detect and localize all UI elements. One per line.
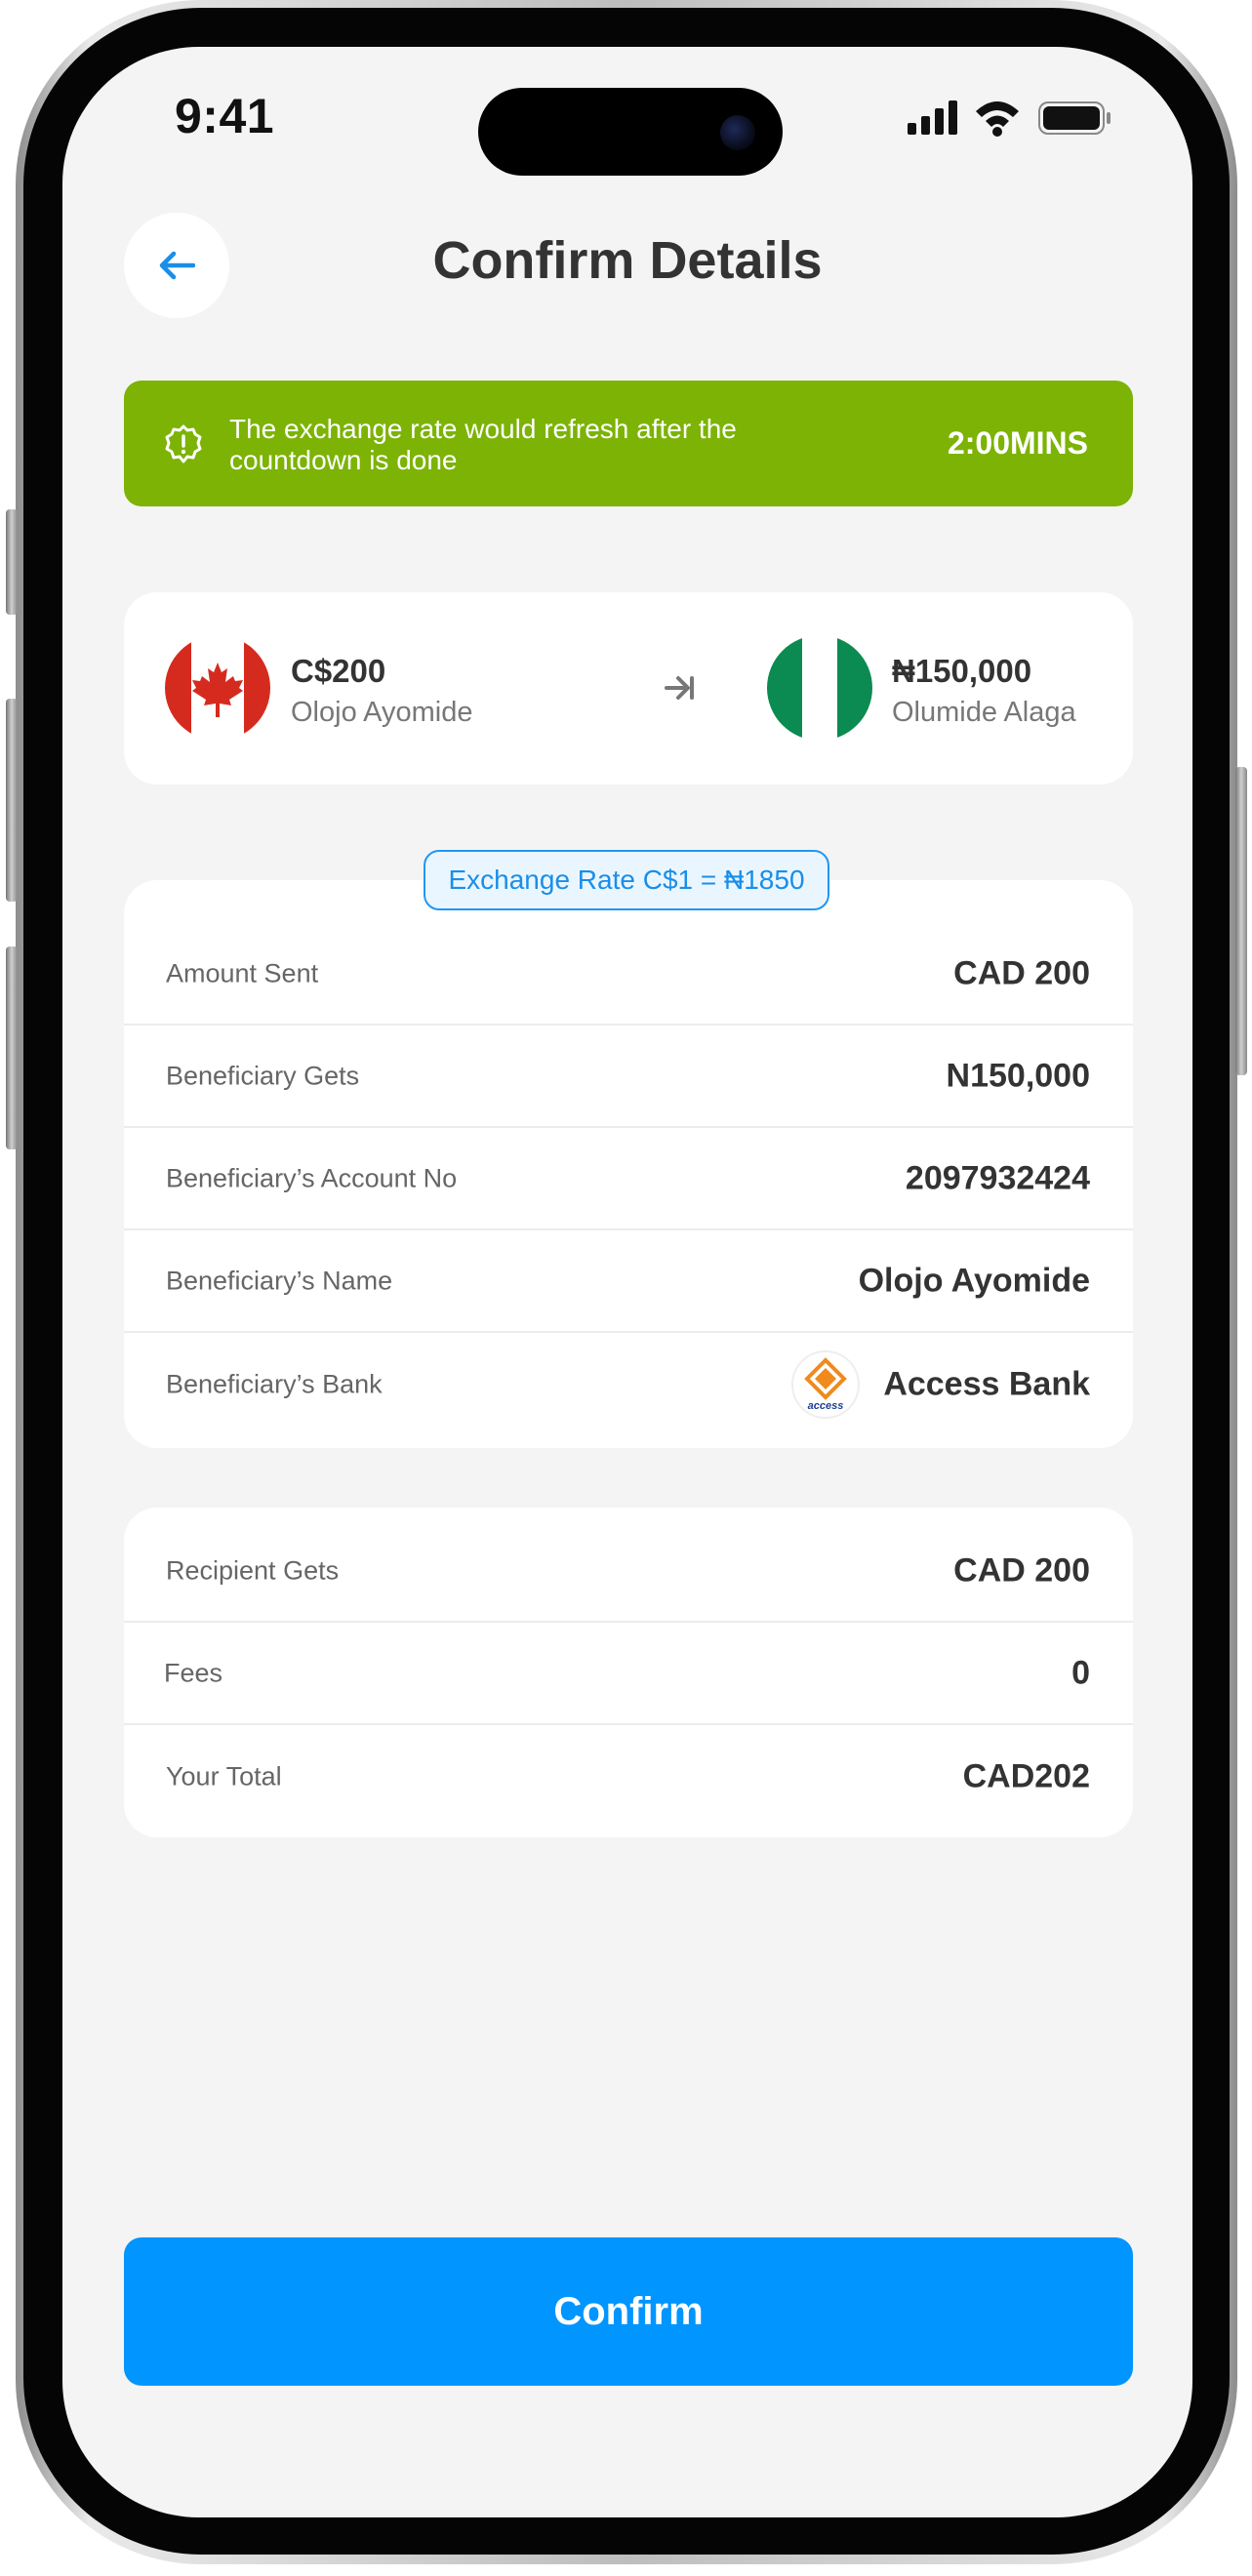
- beneficiary-details-card: Amount Sent CAD 200 Beneficiary Gets N15…: [124, 880, 1133, 1448]
- from-amount: C$200: [291, 653, 386, 689]
- status-time: 9:41: [175, 89, 275, 143]
- summary-value: 0: [1071, 1654, 1090, 1691]
- detail-row-amount-sent: Amount Sent CAD 200: [124, 923, 1133, 1026]
- battery-icon: [1038, 101, 1111, 135]
- arrow-right-icon: [665, 676, 694, 700]
- detail-row-beneficiary-gets: Beneficiary Gets N150,000: [124, 1026, 1133, 1128]
- alert-badge-icon: [165, 424, 202, 463]
- page-title: Confirm Details: [432, 231, 823, 290]
- summary-row-fees: Fees 0: [124, 1623, 1133, 1725]
- detail-value: CAD 200: [953, 954, 1090, 991]
- detail-row-beneficiary-name: Beneficiary’s Name Olojo Ayomide: [124, 1230, 1133, 1333]
- summary-label: Recipient Gets: [166, 1555, 340, 1585]
- transfer-summary-card: C$200 Olojo Ayomide ₦150,000 Olumide Ala…: [124, 592, 1133, 785]
- wifi-icon: [976, 101, 1019, 137]
- summary-value: CAD202: [962, 1757, 1090, 1794]
- access-bank-logo: access: [791, 1349, 860, 1419]
- detail-value: Access Bank: [883, 1365, 1090, 1402]
- detail-row-account-no: Beneficiary’s Account No 2097932424: [124, 1128, 1133, 1230]
- dynamic-island: [478, 88, 783, 176]
- detail-label: Beneficiary’s Bank: [166, 1369, 383, 1398]
- front-camera-icon: [720, 115, 755, 150]
- from-name: Olojo Ayomide: [291, 697, 473, 728]
- exchange-rate-badge: Exchange Rate C$1 = ₦1850: [424, 850, 829, 910]
- phone-power-button: [1235, 767, 1247, 1075]
- cellular-signal-icon: [908, 101, 957, 135]
- to-amount: ₦150,000: [892, 653, 1032, 689]
- detail-value: N150,000: [946, 1057, 1090, 1094]
- app-screen: 9:41 Confirm Details The exchange rate w…: [62, 47, 1192, 2517]
- phone-action-button: [6, 509, 18, 615]
- countdown-timer: 2:00MINS: [947, 425, 1088, 461]
- summary-value: CAD 200: [953, 1551, 1090, 1589]
- phone-volume-down-button: [6, 946, 18, 1149]
- detail-label: Amount Sent: [166, 958, 319, 987]
- confirm-button[interactable]: Confirm: [124, 2237, 1133, 2386]
- phone-volume-up-button: [6, 699, 18, 902]
- nigeria-flag-icon: [767, 635, 872, 741]
- status-icons: [908, 101, 1111, 137]
- payment-summary-card: Recipient Gets CAD 200 Fees 0 Your Total…: [124, 1508, 1133, 1837]
- canada-flag-icon: [165, 635, 270, 741]
- detail-value: 2097932424: [905, 1159, 1090, 1196]
- summary-label: Fees: [164, 1658, 223, 1687]
- summary-row-recipient-gets: Recipient Gets CAD 200: [124, 1520, 1133, 1623]
- summary-row-total: Your Total CAD202: [124, 1725, 1133, 1828]
- detail-row-beneficiary-bank: Beneficiary’s Bank access Access Bank: [124, 1333, 1133, 1435]
- summary-label: Your Total: [166, 1761, 282, 1791]
- detail-label: Beneficiary’s Account No: [166, 1163, 458, 1192]
- rate-refresh-banner: The exchange rate would refresh after th…: [124, 381, 1133, 506]
- detail-label: Beneficiary Gets: [166, 1061, 360, 1090]
- detail-label: Beneficiary’s Name: [166, 1266, 393, 1295]
- to-name: Olumide Alaga: [892, 697, 1076, 728]
- svg-text:access: access: [808, 1400, 844, 1412]
- detail-value: Olojo Ayomide: [858, 1262, 1090, 1299]
- banner-message: The exchange rate would refresh after th…: [229, 414, 737, 475]
